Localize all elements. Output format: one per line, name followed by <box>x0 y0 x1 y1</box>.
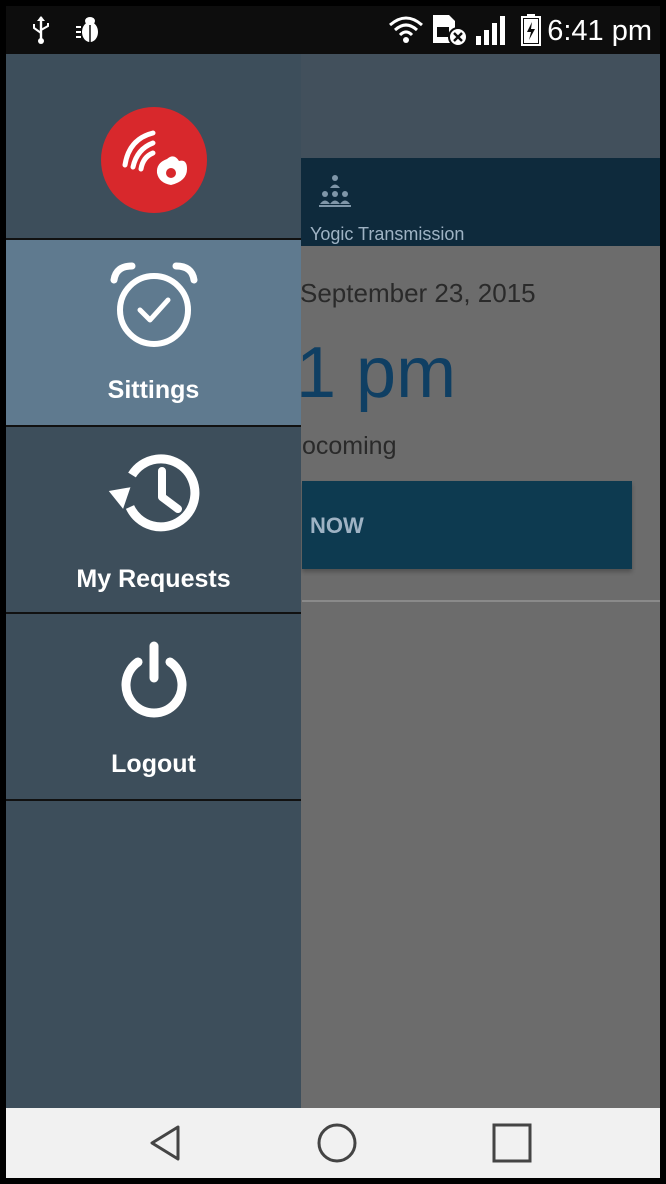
signal-icon <box>472 6 512 54</box>
wifi-icon <box>386 6 426 54</box>
recents-icon[interactable] <box>467 1108 557 1178</box>
system-nav-bar <box>6 1108 660 1178</box>
session-date: September 23, 2015 <box>300 278 536 308</box>
menu-item-sittings[interactable]: Sittings <box>6 240 301 427</box>
session-status: ocoming <box>302 432 397 460</box>
brand-name: Yogic Transmission <box>310 224 465 244</box>
request-now-label: NOW <box>310 513 364 538</box>
power-icon <box>6 640 301 720</box>
meditators-icon <box>311 172 359 219</box>
menu-item-logout[interactable]: Logout <box>6 614 301 801</box>
divider <box>302 600 660 602</box>
session-time: 1 pm <box>296 333 457 413</box>
menu-label-logout: Logout <box>111 750 196 778</box>
home-icon[interactable] <box>292 1108 382 1178</box>
screen: 6:41 pm Yogic Transmission September 23,… <box>6 6 660 1178</box>
menu-label-my-requests: My Requests <box>76 565 231 593</box>
menu-label-sittings: Sittings <box>107 376 200 404</box>
navigation-drawer: Sittings My Requests Logout <box>6 54 301 1108</box>
drawer-header <box>6 54 301 240</box>
menu-item-my-requests[interactable]: My Requests <box>6 427 301 614</box>
back-icon[interactable] <box>121 1108 211 1178</box>
sim-icon <box>430 6 470 54</box>
status-time: 6:41 pm <box>547 15 652 47</box>
app-logo-icon <box>101 107 207 213</box>
debug-icon <box>72 6 104 54</box>
alarm-clock-icon <box>6 258 301 354</box>
status-bar: 6:41 pm <box>6 6 660 54</box>
battery-icon <box>518 6 544 54</box>
request-now-button: NOW <box>302 481 632 569</box>
history-icon <box>6 445 301 541</box>
usb-icon <box>28 6 54 54</box>
